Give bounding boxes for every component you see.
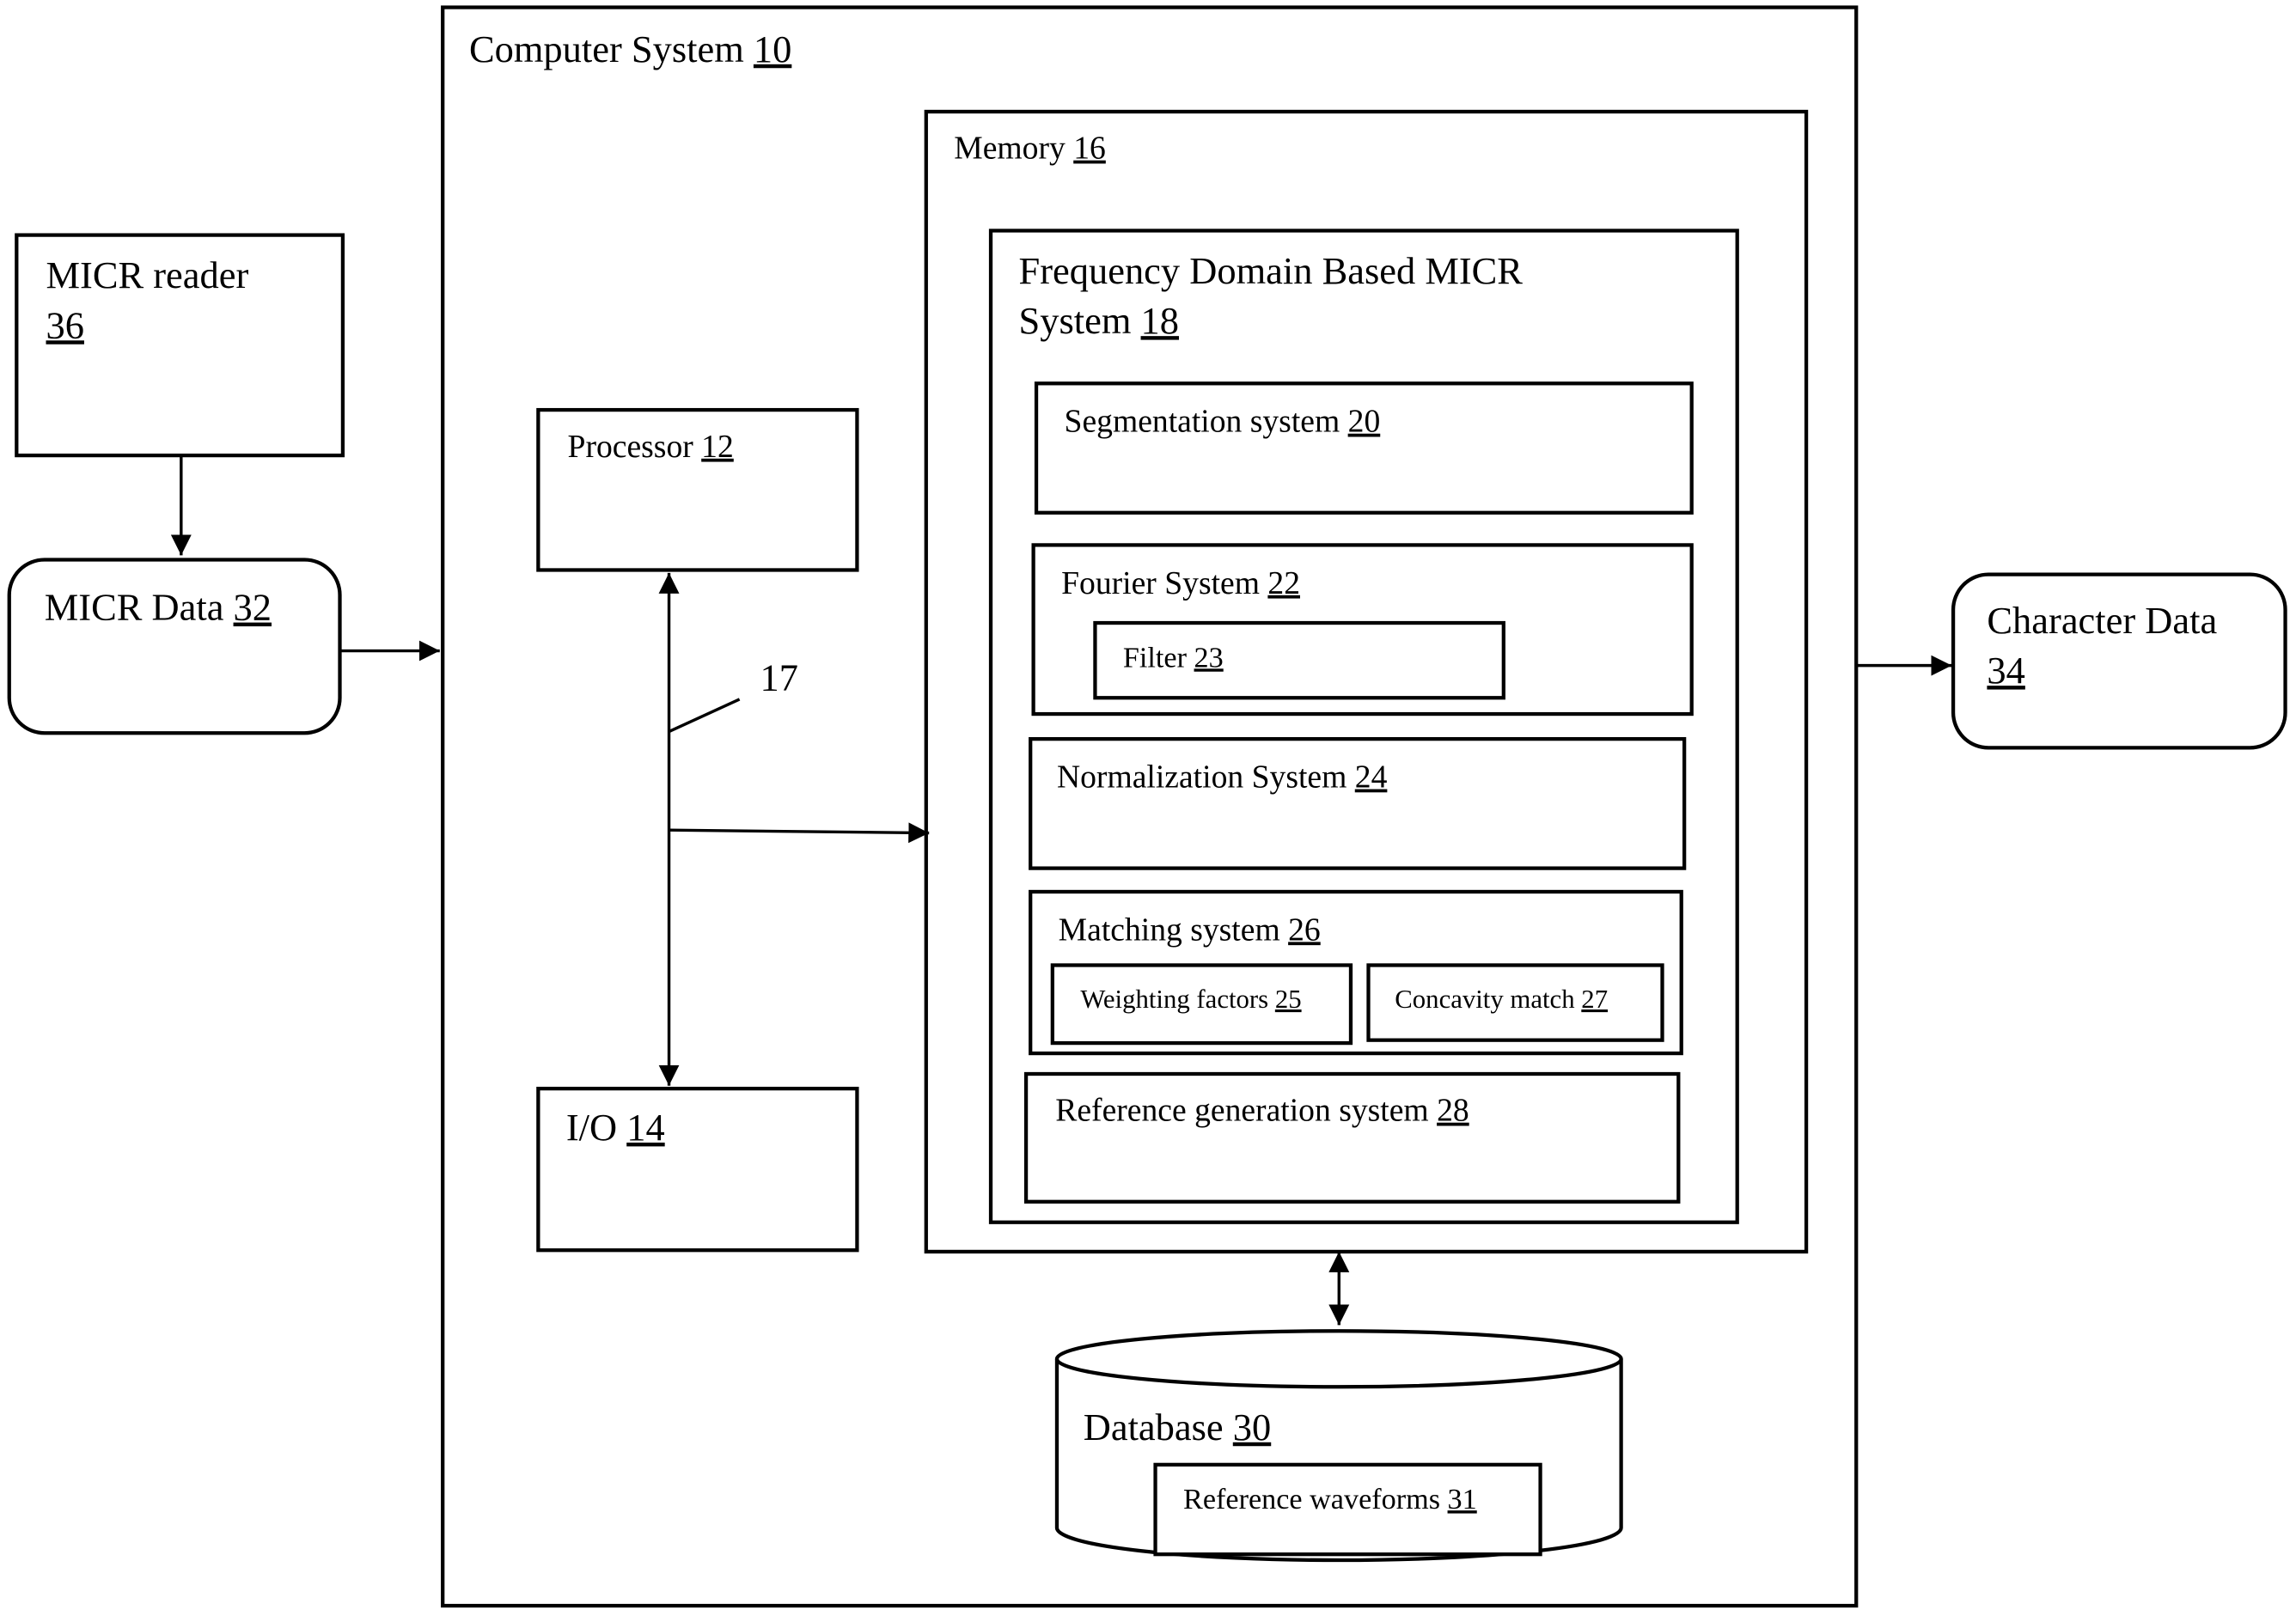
- svg-text:Matching system 26: Matching system 26: [1059, 912, 1321, 948]
- svg-text:Filter 23: Filter 23: [1123, 642, 1224, 674]
- character-data-box: Character Data 34: [1951, 572, 2287, 750]
- weighting-factors-box: Weighting factors 25: [1050, 963, 1353, 1046]
- svg-text:Segmentation system 20: Segmentation system 20: [1065, 404, 1381, 440]
- svg-text:Normalization System 24: Normalization System 24: [1057, 759, 1388, 796]
- processor-box: Processor 12: [536, 407, 859, 572]
- micr-system-diagram: Computer System 10 Memory 16 Frequency D…: [7, 5, 2287, 1608]
- micr-reader-box: MICR reader 36: [15, 233, 345, 458]
- fourier-system-box: Fourier System 22 Filter 23: [1031, 543, 1694, 717]
- database-cylinder: Database 30 Reference waveforms 31: [1054, 1329, 1623, 1563]
- svg-text:Weighting factors 25: Weighting factors 25: [1080, 985, 1301, 1014]
- matching-system-box: Matching system 26 Weighting factors 25 …: [1029, 889, 1683, 1056]
- svg-text:I/O 14: I/O 14: [566, 1106, 665, 1149]
- svg-text:Fourier System 22: Fourier System 22: [1061, 565, 1300, 601]
- svg-text:36: 36: [46, 303, 84, 346]
- svg-text:Memory 16: Memory 16: [954, 131, 1106, 167]
- reference-generation-system-box: Reference generation system 28: [1023, 1071, 1681, 1204]
- svg-text:Processor 12: Processor 12: [568, 429, 734, 465]
- svg-text:Computer System 10: Computer System 10: [469, 27, 791, 70]
- svg-text:Reference generation system 28: Reference generation system 28: [1055, 1093, 1469, 1129]
- svg-text:Frequency Domain Based MICR: Frequency Domain Based MICR: [1019, 249, 1524, 292]
- svg-text:MICR Data 32: MICR Data 32: [45, 586, 272, 629]
- svg-text:Concavity match 27: Concavity match 27: [1395, 985, 1608, 1014]
- io-box: I/O 14: [536, 1086, 859, 1253]
- normalization-system-box: Normalization System 24: [1029, 736, 1687, 870]
- micr-data-box: MICR Data 32: [7, 558, 342, 735]
- concavity-match-box: Concavity match 27: [1366, 963, 1664, 1042]
- svg-text:34: 34: [1987, 649, 2024, 692]
- svg-text:MICR reader: MICR reader: [46, 253, 249, 296]
- segmentation-system-box: Segmentation system 20: [1034, 381, 1694, 515]
- svg-text:Database 30: Database 30: [1084, 1406, 1271, 1448]
- svg-text:System 18: System 18: [1019, 299, 1180, 342]
- reference-waveforms-box: Reference waveforms 31: [1153, 1462, 1542, 1557]
- bus-label: 17: [760, 656, 798, 699]
- svg-text:Character Data: Character Data: [1987, 599, 2217, 642]
- svg-text:Reference waveforms 31: Reference waveforms 31: [1183, 1484, 1477, 1515]
- filter-box: Filter 23: [1093, 620, 1505, 700]
